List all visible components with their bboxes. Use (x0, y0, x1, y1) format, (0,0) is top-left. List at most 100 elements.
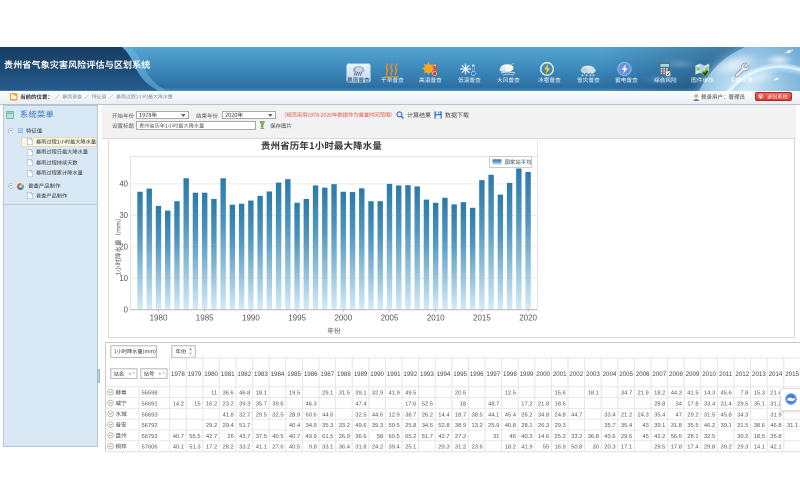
svg-text:34.9: 34.9 (306, 423, 317, 429)
svg-text:1986: 1986 (304, 371, 318, 378)
svg-text:45.8: 45.8 (721, 412, 732, 418)
svg-text:50.5: 50.5 (389, 423, 400, 429)
svg-text:1999: 1999 (520, 371, 534, 378)
svg-text:7.8: 7.8 (740, 391, 748, 397)
svg-text:1998: 1998 (503, 371, 517, 378)
svg-text:44.3: 44.3 (671, 391, 682, 397)
svg-text:21.2: 21.2 (621, 412, 632, 418)
svg-text:2010: 2010 (702, 371, 716, 378)
svg-text:17.8: 17.8 (671, 445, 682, 451)
svg-text:26.2: 26.2 (521, 412, 532, 418)
svg-text:17.1: 17.1 (621, 445, 632, 451)
svg-text:29.5: 29.5 (256, 412, 267, 418)
svg-text:41.1: 41.1 (256, 445, 267, 451)
svg-text:23.6: 23.6 (472, 445, 483, 451)
svg-text:1995: 1995 (453, 371, 467, 378)
svg-text:25.1: 25.1 (405, 445, 416, 451)
svg-text:40.7: 40.7 (289, 434, 300, 440)
svg-text:44.1: 44.1 (488, 412, 499, 418)
svg-text:33.4: 33.4 (704, 402, 716, 408)
svg-text:35.5: 35.5 (687, 423, 698, 429)
svg-text:1981: 1981 (221, 371, 235, 378)
svg-text:25.9: 25.9 (488, 423, 499, 429)
svg-text:2004: 2004 (603, 371, 617, 378)
svg-text:14.2: 14.2 (173, 402, 184, 408)
svg-text:49.6: 49.6 (355, 423, 366, 429)
svg-text:27.6: 27.6 (272, 445, 283, 451)
svg-text:15.6: 15.6 (555, 391, 566, 397)
svg-text:31.5: 31.5 (737, 423, 748, 429)
svg-text:28.8: 28.8 (654, 402, 665, 408)
svg-text:32.7: 32.7 (239, 412, 250, 418)
svg-text:39.3: 39.3 (372, 423, 383, 429)
svg-text:51.7: 51.7 (239, 423, 250, 429)
svg-text:1997: 1997 (486, 371, 500, 378)
svg-text:2014: 2014 (769, 371, 783, 378)
svg-text:17.8: 17.8 (687, 402, 698, 408)
svg-text:39.4: 39.4 (389, 445, 401, 451)
svg-text:43.6: 43.6 (604, 434, 615, 440)
svg-text:1984: 1984 (271, 371, 285, 378)
svg-text:23.2: 23.2 (223, 402, 234, 408)
svg-text:45: 45 (642, 434, 648, 440)
svg-text:16.2: 16.2 (206, 402, 217, 408)
svg-text:33.1: 33.1 (322, 445, 333, 451)
svg-text:36.6: 36.6 (355, 434, 366, 440)
svg-text:40.5: 40.5 (272, 434, 283, 440)
svg-text:34.7: 34.7 (621, 391, 632, 397)
svg-text:26.9: 26.9 (339, 434, 350, 440)
svg-text:32.5: 32.5 (355, 412, 366, 418)
svg-text:14.6: 14.6 (538, 434, 549, 440)
svg-text:21.9: 21.9 (638, 391, 649, 397)
svg-text:34.6: 34.6 (422, 423, 433, 429)
svg-text:50.8: 50.8 (571, 445, 582, 451)
svg-text:39.2: 39.2 (721, 445, 732, 451)
svg-text:1996: 1996 (470, 371, 484, 378)
svg-text:31.8: 31.8 (355, 445, 366, 451)
svg-text:2005: 2005 (380, 314, 398, 323)
svg-text:31.4: 31.4 (721, 402, 733, 408)
svg-text:1979: 1979 (188, 371, 202, 378)
svg-text:28.9: 28.9 (289, 412, 300, 418)
svg-text:2015: 2015 (785, 371, 799, 378)
svg-text:55.5: 55.5 (189, 434, 200, 440)
svg-text:18.1: 18.1 (588, 391, 599, 397)
svg-text:42.2: 42.2 (654, 434, 665, 440)
svg-text:1990: 1990 (242, 314, 260, 323)
svg-text:2008: 2008 (669, 371, 683, 378)
svg-text:45.4: 45.4 (505, 412, 517, 418)
svg-text:33.4: 33.4 (604, 412, 616, 418)
svg-text:61.5: 61.5 (322, 434, 333, 440)
svg-text:43.7: 43.7 (239, 434, 250, 440)
svg-text:41.5: 41.5 (687, 391, 698, 397)
svg-text:58: 58 (377, 434, 383, 440)
svg-text:44.6: 44.6 (322, 412, 333, 418)
svg-text:32.9: 32.9 (372, 391, 383, 397)
svg-text:2006: 2006 (636, 371, 650, 378)
svg-text:17.4: 17.4 (687, 445, 699, 451)
svg-text:42.7: 42.7 (438, 434, 449, 440)
svg-text:15: 15 (194, 402, 200, 408)
svg-text:1985: 1985 (287, 371, 301, 378)
svg-text:15.3: 15.3 (754, 391, 765, 397)
svg-text:24.2: 24.2 (372, 445, 383, 451)
svg-text:2009: 2009 (686, 371, 700, 378)
svg-text:1992: 1992 (403, 371, 417, 378)
svg-text:14.1: 14.1 (754, 445, 765, 451)
svg-text:40.4: 40.4 (289, 423, 301, 429)
svg-text:29.2: 29.2 (687, 412, 698, 418)
svg-text:30.2: 30.2 (737, 434, 748, 440)
svg-text:47: 47 (676, 412, 682, 418)
svg-text:33.2: 33.2 (571, 434, 582, 440)
svg-text:16.9: 16.9 (555, 445, 566, 451)
svg-text:56598: 56598 (142, 391, 158, 397)
svg-text:24.3: 24.3 (638, 412, 649, 418)
svg-text:37.5: 37.5 (256, 434, 267, 440)
svg-text:38.9: 38.9 (455, 423, 466, 429)
svg-text:39.6: 39.6 (272, 402, 283, 408)
svg-text:41.9: 41.9 (521, 445, 532, 451)
svg-text:48.7: 48.7 (488, 402, 499, 408)
svg-text:1994: 1994 (437, 371, 451, 378)
svg-text:13.2: 13.2 (472, 423, 483, 429)
svg-text:29.5: 29.5 (737, 402, 748, 408)
